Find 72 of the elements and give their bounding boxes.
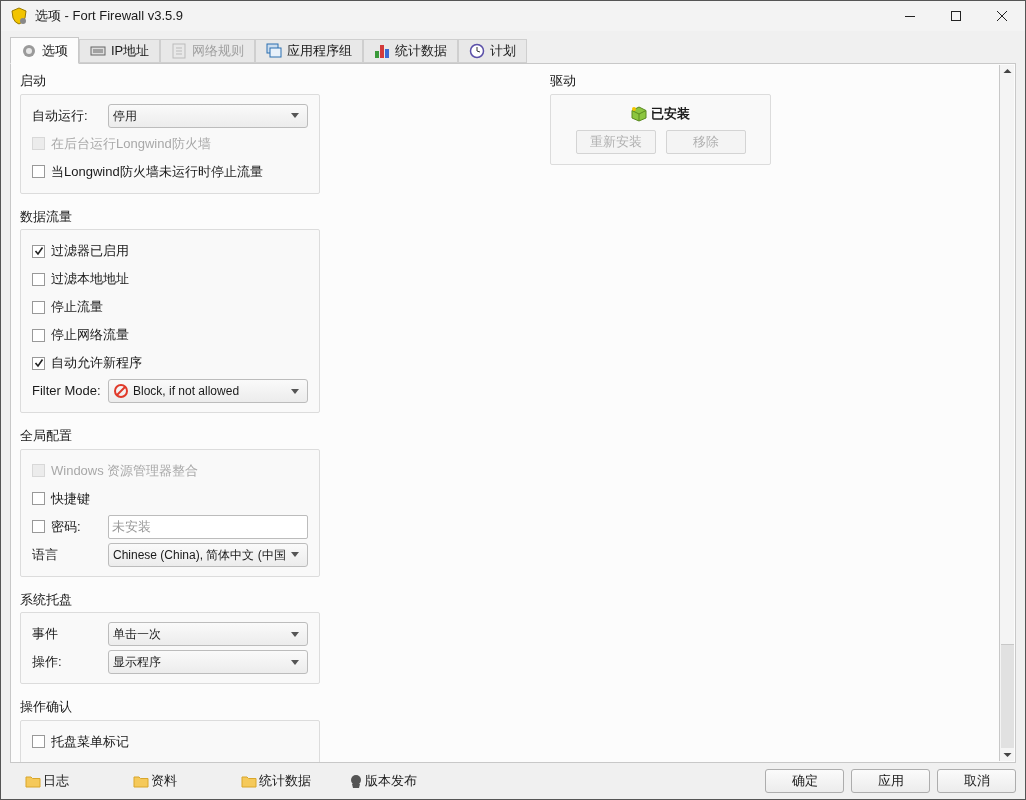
- checkbox[interactable]: [32, 328, 45, 342]
- field-label: 自动运行:: [32, 106, 89, 125]
- field-label: 操作:: [32, 653, 63, 672]
- shield-icon: [11, 7, 27, 25]
- list-icon: [171, 43, 188, 59]
- checkbox[interactable]: [32, 735, 45, 748]
- footer-link[interactable]: 资料: [133, 771, 209, 791]
- checkbox-label: 自动允许新程序: [51, 354, 142, 373]
- keyboard-icon: [90, 43, 106, 59]
- dialog-button[interactable]: 确定: [765, 769, 844, 793]
- scrollbar[interactable]: [999, 65, 1014, 761]
- password-field[interactable]: 未安装: [108, 514, 308, 539]
- driver-status: 已安装: [651, 105, 690, 123]
- checkbox[interactable]: [32, 165, 45, 178]
- caret-icon: [291, 659, 299, 665]
- checkbox-label: 停止流量: [51, 298, 103, 317]
- tab[interactable]: 应用程序组: [255, 39, 364, 63]
- dropdown[interactable]: Block, if not allowed: [108, 379, 308, 403]
- cube-icon: [631, 105, 647, 122]
- checkbox-label: 在后台运行Longwind防火墙: [51, 134, 211, 153]
- checkbox-label: 托盘菜单标记: [51, 732, 129, 751]
- dropdown[interactable]: Chinese (China), 简体中文 (中国: [108, 542, 308, 567]
- dropdown[interactable]: 停用: [108, 103, 308, 128]
- tab[interactable]: IP地址: [79, 39, 161, 63]
- checkbox[interactable]: [32, 272, 45, 286]
- dialog-button[interactable]: 应用: [851, 769, 930, 793]
- group-title: 启动: [20, 72, 47, 90]
- tab[interactable]: 统计数据: [363, 39, 459, 63]
- field-label: Filter Mode:: [32, 382, 102, 401]
- group-title: 驱动: [550, 72, 577, 91]
- caret-icon: [291, 552, 299, 557]
- folder-icon: [241, 774, 257, 788]
- caret-icon: [291, 631, 299, 637]
- maximize-icon: [949, 9, 963, 23]
- field-label: 语言: [32, 545, 59, 564]
- bar-chart-icon: [374, 43, 391, 59]
- dropdown[interactable]: 单击一次: [108, 622, 308, 646]
- dropdown[interactable]: 显示程序: [108, 650, 308, 674]
- group-title: 系统托盘: [20, 590, 73, 609]
- checkbox-label: 过滤器已启用: [51, 242, 129, 261]
- caret-icon: [291, 113, 299, 118]
- clock-icon: [469, 43, 486, 59]
- checkbox[interactable]: [32, 520, 45, 533]
- group-title: 全局配置: [20, 427, 73, 445]
- dialog-button[interactable]: 取消: [937, 769, 1016, 793]
- group-title: 数据流量: [20, 207, 73, 226]
- checkbox[interactable]: [32, 244, 45, 258]
- folder-icon: [25, 774, 41, 788]
- checkbox-label: 过滤本地地址: [51, 270, 129, 289]
- checkbox[interactable]: [32, 300, 45, 314]
- caret-icon: [291, 388, 299, 394]
- windows-icon: [266, 43, 283, 59]
- checkbox-label: 密码:: [51, 517, 81, 536]
- footer-link[interactable]: 版本发布: [349, 771, 425, 791]
- checkbox[interactable]: [32, 492, 45, 505]
- prohibited-icon: [113, 383, 129, 399]
- footer-link[interactable]: 统计数据: [241, 771, 317, 791]
- tab[interactable]: 计划: [458, 39, 528, 63]
- checkbox-label: 当Longwind防火墙未运行时停止流量: [51, 162, 263, 181]
- checkbox-label: 快捷键: [51, 489, 90, 508]
- footer-link[interactable]: 日志: [25, 771, 101, 791]
- checkbox-label: 停止网络流量: [51, 326, 129, 345]
- tab[interactable]: 选项: [10, 37, 79, 64]
- field-label: 事件: [32, 625, 59, 644]
- folder-icon: [133, 774, 149, 788]
- checkbox[interactable]: [32, 356, 45, 370]
- close-icon: [995, 9, 1009, 23]
- scrollbar-thumb[interactable]: [1000, 644, 1014, 748]
- group-title: 操作确认: [20, 698, 73, 716]
- checkbox-label: Windows 资源管理器整合: [51, 461, 199, 480]
- window-title: 选项 - Fort Firewall v3.5.9: [35, 7, 184, 26]
- minimize-icon: [905, 15, 915, 17]
